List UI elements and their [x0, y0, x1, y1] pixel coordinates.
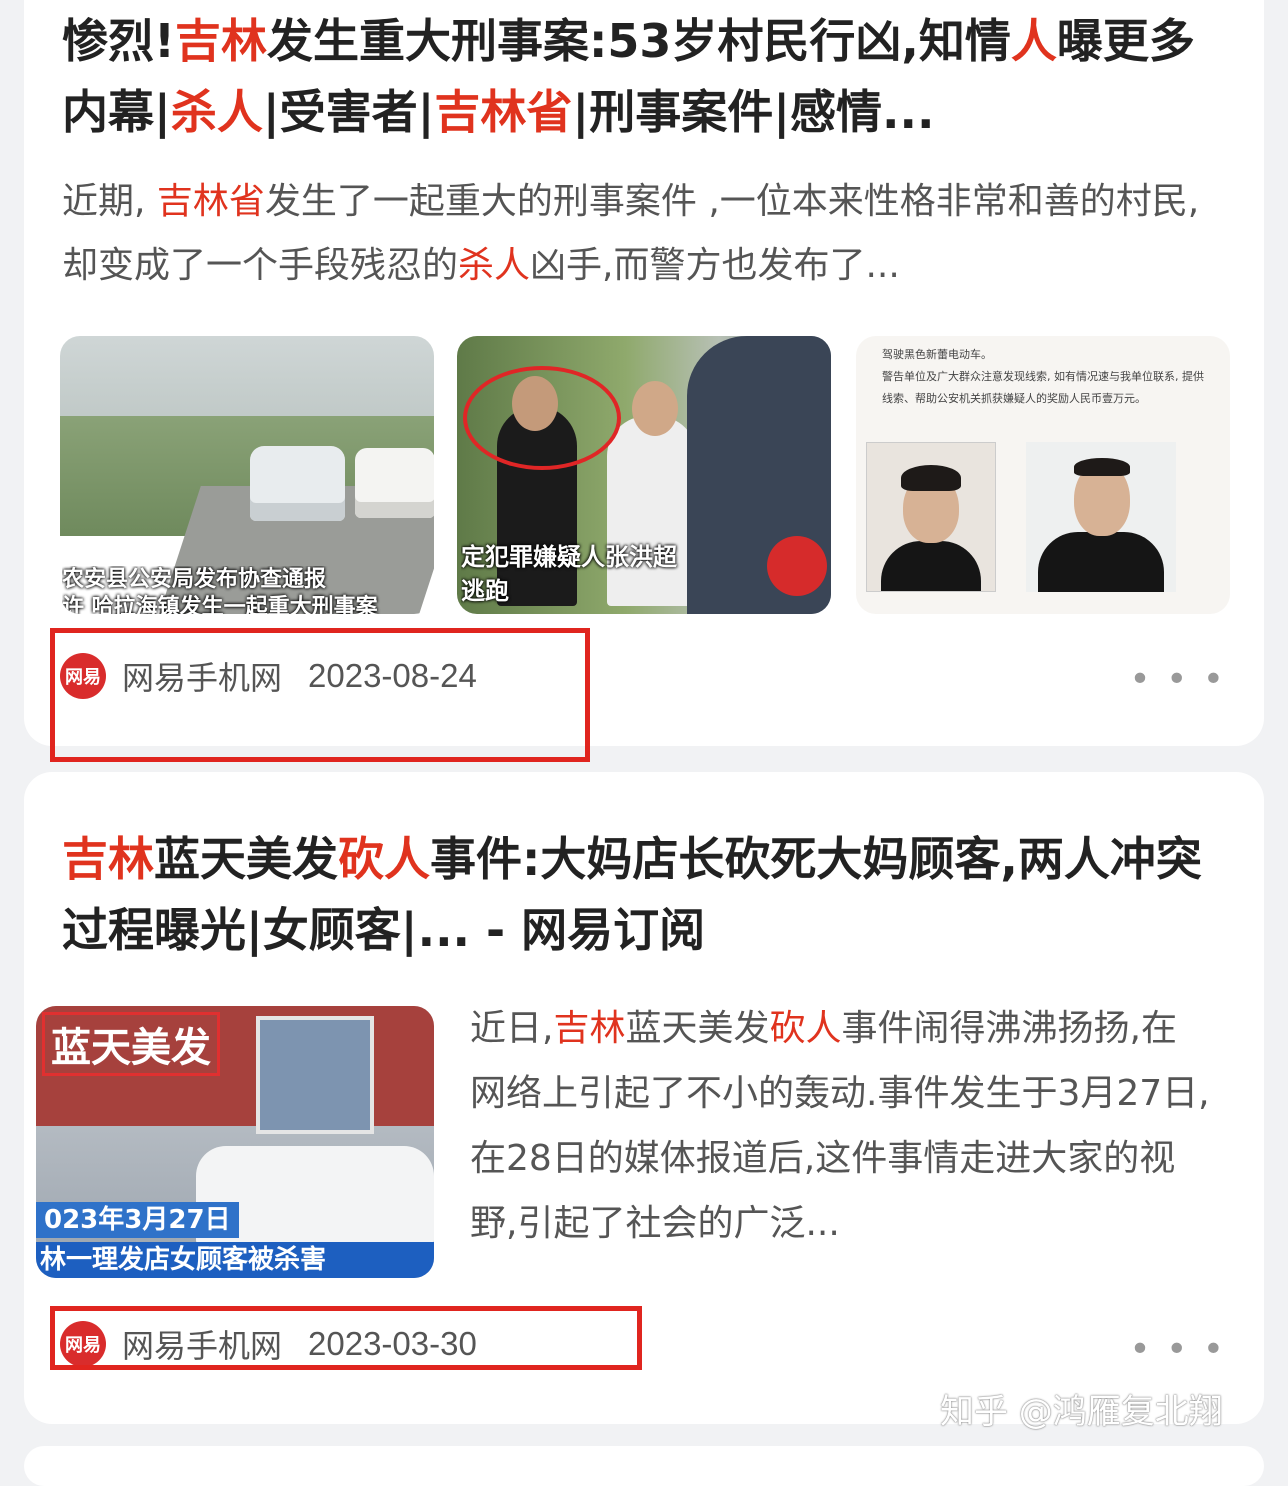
- result-card-3[interactable]: [24, 1446, 1264, 1486]
- thumbnail-image-3[interactable]: 驾驶黑色新蕾电动车。 警告单位及广大群众注意发现线索, 如有情况速与我单位联系,…: [856, 336, 1230, 614]
- suspect-photo-1: [866, 442, 996, 592]
- text-segment: 蓝天美发: [154, 832, 338, 886]
- text-segment: 凶手,而警方也发布了...: [530, 245, 900, 286]
- thumbnail-image-4[interactable]: 蓝天美发 023年3月27日 林一理发店女顾客被杀害: [36, 1006, 434, 1278]
- thumbnail-image-2[interactable]: 定犯罪嫌疑人张洪超 逃跑: [457, 336, 831, 614]
- text-segment: 近期,: [62, 181, 157, 222]
- text-segment: 惨烈!: [62, 14, 175, 68]
- thumbnail-image-1[interactable]: 农安县公安局发布协查通报 许 哈拉海镇发生一起重大刑事案: [60, 336, 434, 614]
- thumbnail-date-caption: 023年3月27日: [36, 1202, 239, 1238]
- result-title[interactable]: 惨烈!吉林发生重大刑事案:53岁村民行凶,知情人曝更多内幕|杀人|受害者|吉林省…: [62, 6, 1232, 148]
- highlighted-keyword: 人: [1010, 14, 1057, 68]
- result-snippet: 近日,吉林蓝天美发砍人事件闹得沸沸扬扬,在网络上引起了不小的轰动.事件发生于3月…: [470, 996, 1210, 1256]
- suspect-photo-2: [1026, 442, 1176, 592]
- thumbnail-sign-text: 蓝天美发: [42, 1012, 220, 1076]
- text-segment: |受害者|: [262, 85, 435, 139]
- annotation-box-1: [50, 628, 590, 762]
- more-options-icon[interactable]: • • •: [1129, 1332, 1226, 1368]
- highlighted-keyword: 吉林省: [156, 181, 265, 222]
- more-options-icon[interactable]: • • •: [1129, 662, 1226, 698]
- notice-text: 驾驶黑色新蕾电动车。 警告单位及广大群众注意发现线索, 如有情况速与我单位联系,…: [882, 348, 1204, 405]
- highlighted-keyword: 砍人: [769, 1008, 842, 1049]
- text-segment: 发生重大刑事案:53岁村民行凶,知情: [266, 14, 1011, 68]
- highlight-circle: [463, 366, 621, 470]
- highlighted-keyword: 吉林: [174, 14, 267, 68]
- thumbnail-caption: 定犯罪嫌疑人张洪超 逃跑: [461, 543, 677, 605]
- annotation-box-2: [50, 1306, 642, 1370]
- highlighted-keyword: 杀人: [170, 85, 263, 139]
- highlighted-keyword: 吉林省: [434, 85, 573, 139]
- watermark: 知乎 @鸿雁复北翔: [940, 1392, 1223, 1432]
- highlighted-keyword: 砍人: [338, 832, 430, 886]
- text-segment: |刑事案件|感情...: [572, 85, 935, 139]
- highlighted-keyword: 吉林: [553, 1008, 626, 1049]
- text-segment: 蓝天美发: [625, 1008, 770, 1049]
- highlighted-keyword: 杀人: [458, 245, 531, 286]
- result-snippet: 近期, 吉林省发生了一起重大的刑事案件 ,一位本来性格非常和善的村民,却变成了一…: [62, 170, 1212, 298]
- thumbnail-headline-caption: 林一理发店女顾客被杀害: [36, 1242, 434, 1278]
- thumbnail-caption: 农安县公安局发布协查通报 许 哈拉海镇发生一起重大刑事案: [62, 567, 378, 614]
- result-title[interactable]: 吉林蓝天美发砍人事件:大妈店长砍死大妈顾客,两人冲突过程曝光|女顾客|... -…: [62, 824, 1232, 966]
- highlighted-keyword: 吉林: [62, 832, 154, 886]
- text-segment: 近日,: [470, 1008, 554, 1049]
